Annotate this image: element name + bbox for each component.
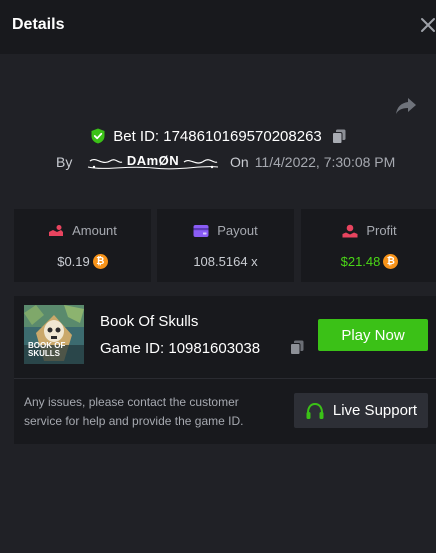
amount-card: Amount $0.19 ₿	[14, 209, 151, 282]
live-support-button[interactable]: Live Support	[294, 393, 428, 428]
shield-check-icon	[91, 128, 105, 144]
details-header: Details	[0, 0, 436, 54]
game-id: Game ID: 10981603038	[100, 340, 261, 357]
payout-value: 108.5164 x	[193, 254, 258, 269]
play-now-button[interactable]: Play Now	[318, 319, 428, 351]
bet-author-row: By DAmØN On 11/4/2022, 7:30:08 PM	[56, 152, 416, 172]
payout-label: Payout	[217, 223, 258, 238]
close-icon[interactable]	[420, 16, 436, 34]
bet-id-text: Bet ID: 1748610169570208263	[113, 127, 322, 145]
profit-icon	[342, 224, 358, 237]
game-panel: BOOK OF SKULLS Book Of Skulls Game ID: 1…	[14, 296, 436, 444]
game-name[interactable]: Book Of Skulls	[100, 313, 198, 330]
divider	[14, 378, 436, 379]
share-icon[interactable]	[395, 96, 417, 116]
bitcoin-icon: ₿	[92, 254, 108, 269]
bitcoin-icon: ₿	[383, 254, 399, 269]
on-label: On	[230, 154, 249, 170]
by-label: By	[56, 154, 73, 170]
wallet-icon	[193, 224, 209, 237]
profit-card: Profit $21.48 ₿	[301, 209, 436, 282]
bet-date: 11/4/2022, 7:30:08 PM	[254, 154, 396, 170]
game-thumbnail[interactable]: BOOK OF SKULLS	[24, 305, 84, 364]
profit-label: Profit	[366, 223, 397, 238]
live-support-label: Live Support	[332, 402, 418, 419]
page-title: Details	[12, 16, 65, 33]
username[interactable]: DAmØN	[86, 152, 220, 172]
help-text: Any issues, please contact the customer …	[24, 395, 244, 428]
copy-icon[interactable]	[290, 340, 304, 355]
amount-icon	[49, 224, 64, 236]
headset-icon	[306, 402, 324, 419]
profit-value: $21.48	[340, 254, 381, 269]
thumb-title-line2: SKULLS	[28, 349, 60, 358]
bet-id-row: Bet ID: 1748610169570208263	[0, 126, 436, 146]
username-text: DAmØN	[126, 153, 180, 168]
amount-value: $0.19	[57, 254, 90, 269]
payout-card: Payout 108.5164 x	[157, 209, 294, 282]
amount-label: Amount	[72, 223, 117, 238]
copy-icon[interactable]	[331, 129, 346, 144]
